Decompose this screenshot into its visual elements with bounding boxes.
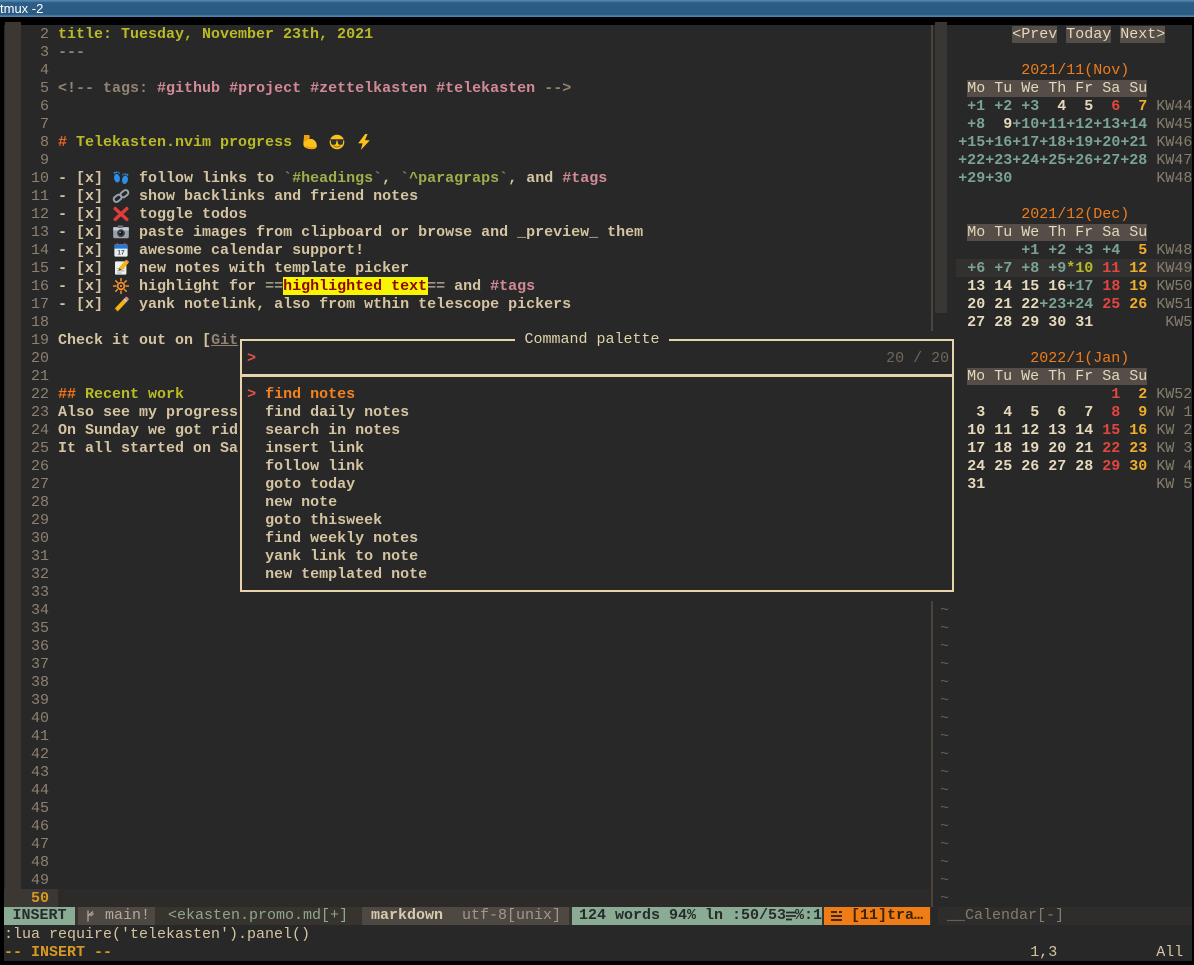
svg-text:17: 17 (117, 250, 125, 257)
